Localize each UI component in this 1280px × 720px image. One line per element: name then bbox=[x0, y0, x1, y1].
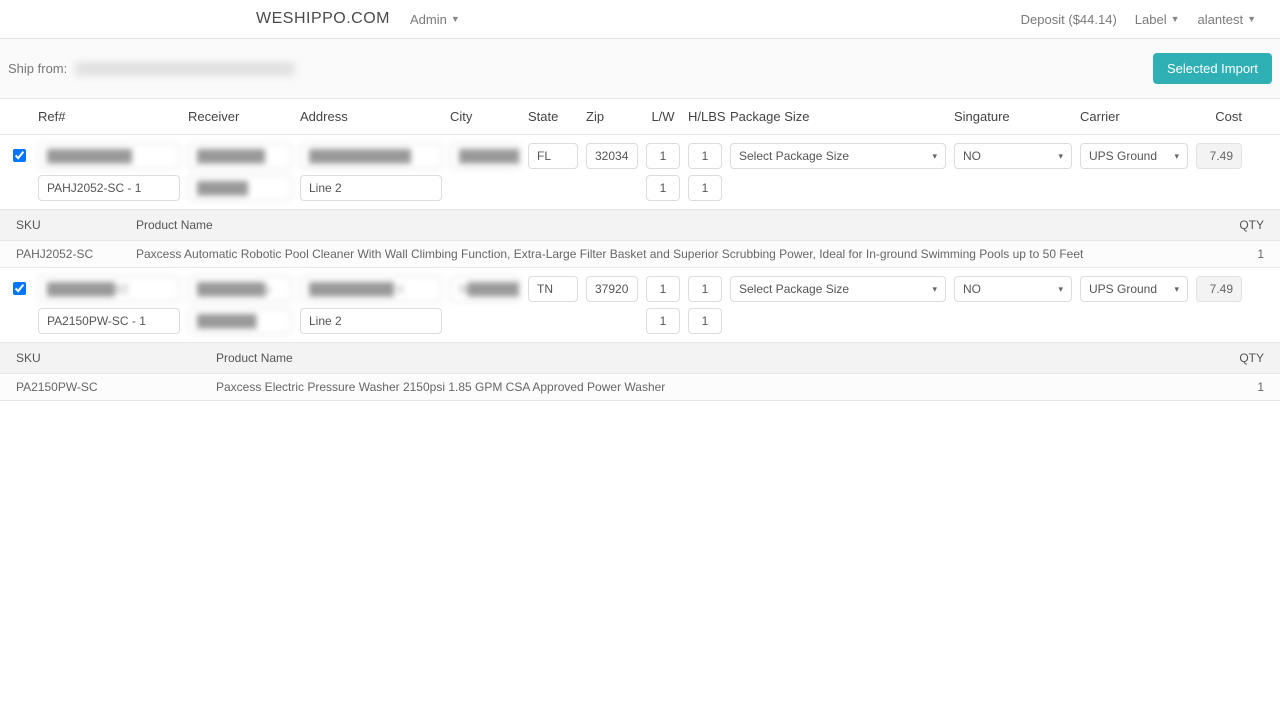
receiver-input[interactable]: ████████ bbox=[188, 143, 292, 169]
col-hlbs: H/LBS bbox=[688, 109, 722, 124]
user-menu[interactable]: alantest ▼ bbox=[1198, 12, 1256, 27]
col-signature: Singature bbox=[954, 109, 1072, 124]
qty-header: QTY bbox=[1204, 218, 1264, 232]
ref2-input[interactable]: PA2150PW-SC - 1 bbox=[38, 308, 180, 334]
width-input[interactable]: 1 bbox=[646, 175, 680, 201]
signature-select[interactable]: NO ▾ bbox=[954, 276, 1072, 302]
width-input[interactable]: 1 bbox=[646, 308, 680, 334]
signature-select[interactable]: NO ▾ bbox=[954, 143, 1072, 169]
state-input[interactable]: FL bbox=[528, 143, 578, 169]
col-cost: Cost bbox=[1196, 109, 1242, 124]
receiver-input[interactable]: ████████y bbox=[188, 276, 292, 302]
chevron-down-icon: ▼ bbox=[1247, 14, 1256, 24]
line-item-sku: PA2150PW-SC bbox=[16, 380, 136, 394]
receiver2-input[interactable]: ██████ bbox=[188, 175, 292, 201]
ref2-input[interactable]: PAHJ2052-SC - 1 bbox=[38, 175, 180, 201]
address-input[interactable]: ██████████ ir bbox=[300, 276, 442, 302]
chevron-down-icon: ▼ bbox=[451, 14, 460, 24]
line-item-name: Paxcess Automatic Robotic Pool Cleaner W… bbox=[136, 247, 1204, 261]
user-menu-label: alantest bbox=[1198, 12, 1244, 27]
line-item-row: PA2150PW-SC Paxcess Electric Pressure Wa… bbox=[0, 374, 1280, 401]
package-select-label: Select Package Size bbox=[739, 282, 849, 296]
deposit-link[interactable]: Deposit ($44.14) bbox=[1021, 12, 1117, 27]
selected-import-button[interactable]: Selected Import bbox=[1153, 53, 1272, 84]
table-row: ████████42 PA2150PW-SC - 1 ████████y ███… bbox=[0, 268, 1280, 342]
state-input[interactable]: TN bbox=[528, 276, 578, 302]
carrier-select[interactable]: UPS Ground ▾ bbox=[1080, 143, 1188, 169]
lbs-input[interactable]: 1 bbox=[688, 308, 722, 334]
package-select[interactable]: Select Package Size ▾ bbox=[730, 276, 946, 302]
line-item-header: SKU Product Name QTY bbox=[0, 209, 1280, 241]
admin-menu[interactable]: Admin ▼ bbox=[410, 12, 460, 27]
toolbar: Ship from: Selected Import bbox=[0, 39, 1280, 99]
select-arrow-icon: ▾ bbox=[1058, 284, 1063, 295]
address-input[interactable]: ████████████ bbox=[300, 143, 442, 169]
package-select[interactable]: Select Package Size ▾ bbox=[730, 143, 946, 169]
signature-select-label: NO bbox=[963, 149, 981, 163]
height-input[interactable]: 1 bbox=[688, 143, 722, 169]
line-item-header: SKU Product Name QTY bbox=[0, 342, 1280, 374]
ship-from-value bbox=[75, 62, 295, 76]
select-arrow-icon: ▾ bbox=[932, 284, 937, 295]
table-header: Ref# Receiver Address City State Zip L/W… bbox=[0, 99, 1280, 135]
city-input[interactable]: N██████ bbox=[450, 276, 520, 302]
lbs-input[interactable]: 1 bbox=[688, 175, 722, 201]
select-arrow-icon: ▾ bbox=[1174, 151, 1179, 162]
product-name-header: Product Name bbox=[136, 218, 1204, 232]
col-ref: Ref# bbox=[38, 109, 180, 124]
city-input[interactable]: ████████E bbox=[450, 143, 520, 169]
row-checkbox[interactable] bbox=[13, 282, 26, 295]
line-item-row: PAHJ2052-SC Paxcess Automatic Robotic Po… bbox=[0, 241, 1280, 268]
col-receiver: Receiver bbox=[188, 109, 292, 124]
length-input[interactable]: 1 bbox=[646, 143, 680, 169]
chevron-down-icon: ▼ bbox=[1171, 14, 1180, 24]
package-select-label: Select Package Size bbox=[739, 149, 849, 163]
table-row: ██████████ PAHJ2052-SC - 1 ████████ ████… bbox=[0, 135, 1280, 209]
navbar: WESHIPPO.COM Admin ▼ Deposit ($44.14) La… bbox=[0, 0, 1280, 39]
col-lw: L/W bbox=[646, 109, 680, 124]
qty-header: QTY bbox=[1204, 351, 1264, 365]
line-item-qty: 1 bbox=[1204, 380, 1264, 394]
product-name-header: Product Name bbox=[136, 351, 1204, 365]
line-item-name: Paxcess Electric Pressure Washer 2150psi… bbox=[136, 380, 1204, 394]
admin-label: Admin bbox=[410, 12, 447, 27]
address2-input[interactable]: Line 2 bbox=[300, 308, 442, 334]
line-item-sku: PAHJ2052-SC bbox=[16, 247, 136, 261]
col-package: Package Size bbox=[730, 109, 946, 124]
carrier-select[interactable]: UPS Ground ▾ bbox=[1080, 276, 1188, 302]
col-city: City bbox=[450, 109, 520, 124]
signature-select-label: NO bbox=[963, 282, 981, 296]
cost-readout: 7.49 bbox=[1196, 276, 1242, 302]
col-zip: Zip bbox=[586, 109, 638, 124]
ship-from-label: Ship from: bbox=[8, 61, 67, 76]
select-arrow-icon: ▾ bbox=[932, 151, 937, 162]
select-arrow-icon: ▾ bbox=[1174, 284, 1179, 295]
ref-input[interactable]: ████████42 bbox=[38, 276, 180, 302]
nav-left: Admin ▼ bbox=[410, 12, 460, 27]
col-address: Address bbox=[300, 109, 442, 124]
sku-header: SKU bbox=[16, 218, 136, 232]
address2-input[interactable]: Line 2 bbox=[300, 175, 442, 201]
ref-input[interactable]: ██████████ bbox=[38, 143, 180, 169]
line-item-qty: 1 bbox=[1204, 247, 1264, 261]
col-state: State bbox=[528, 109, 578, 124]
row-checkbox[interactable] bbox=[13, 149, 26, 162]
zip-input[interactable]: 32034 bbox=[586, 143, 638, 169]
col-carrier: Carrier bbox=[1080, 109, 1188, 124]
label-menu-label: Label bbox=[1135, 12, 1167, 27]
label-menu[interactable]: Label ▼ bbox=[1135, 12, 1180, 27]
brand-logo: WESHIPPO.COM bbox=[256, 10, 390, 28]
carrier-select-label: UPS Ground bbox=[1089, 282, 1157, 296]
receiver2-input[interactable]: ███████ bbox=[188, 308, 292, 334]
select-arrow-icon: ▾ bbox=[1058, 151, 1063, 162]
length-input[interactable]: 1 bbox=[646, 276, 680, 302]
sku-header: SKU bbox=[16, 351, 136, 365]
carrier-select-label: UPS Ground bbox=[1089, 149, 1157, 163]
nav-right: Deposit ($44.14) Label ▼ alantest ▼ bbox=[1021, 12, 1256, 27]
zip-input[interactable]: 37920 bbox=[586, 276, 638, 302]
cost-readout: 7.49 bbox=[1196, 143, 1242, 169]
height-input[interactable]: 1 bbox=[688, 276, 722, 302]
